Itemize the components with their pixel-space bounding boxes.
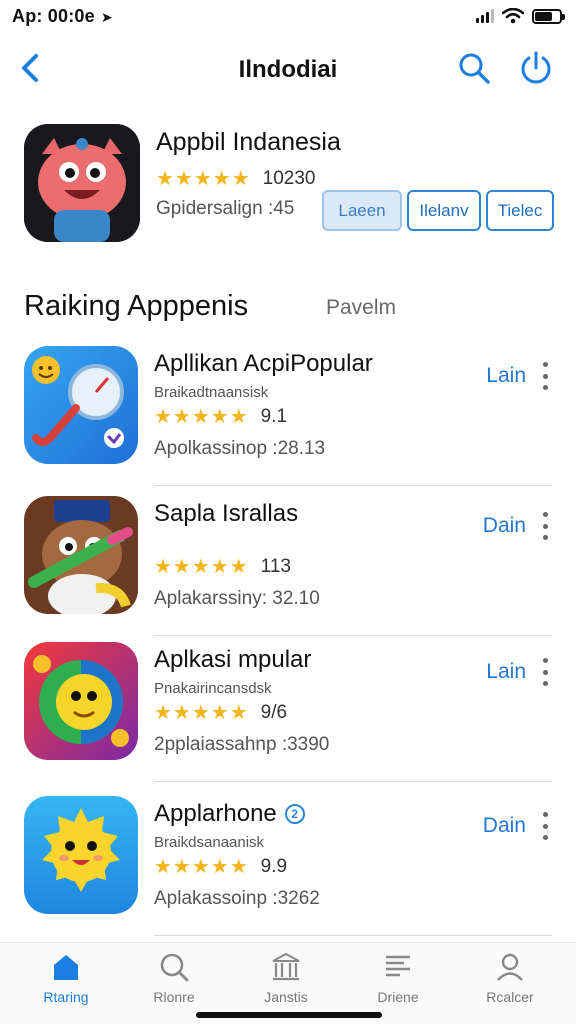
list-item[interactable]: Sapla Israllas ★★★★★ 113 Aplakarssiny: 3… <box>24 496 552 636</box>
star-rating-icon: ★★★★★ <box>154 406 249 428</box>
location-arrow-icon: ➤ <box>100 9 113 25</box>
app-name-text: Apllikan AcpiPopular <box>154 350 373 377</box>
list-item[interactable]: Apllikan AcpiPopular Braikadtnaansisk ★★… <box>24 346 552 486</box>
action-chip-3[interactable]: Tielec <box>486 190 554 231</box>
app-meta: Aplakarssiny: 32.10 <box>154 588 320 609</box>
get-button[interactable]: Lain <box>486 660 526 684</box>
search-icon <box>459 53 490 84</box>
tab-label: Driene <box>377 989 419 1005</box>
more-options-icon[interactable] <box>540 812 550 840</box>
app-name: Applarhone 2 <box>154 800 305 828</box>
action-chip-2[interactable]: Ilelanv <box>407 190 481 231</box>
monster-app-icon <box>24 124 140 242</box>
status-icons <box>476 8 565 24</box>
featured-meta: Gpidersalign :45 <box>156 198 295 219</box>
character-crayon-app-icon <box>24 496 138 614</box>
app-name: Sapla Israllas <box>154 500 298 528</box>
app-meta: 2pplaiassahnp :3390 <box>154 734 330 755</box>
app-meta: Aplakassoinp :3262 <box>154 888 320 909</box>
get-button[interactable]: Dain <box>483 514 526 538</box>
rating-value: 9.9 <box>260 855 288 877</box>
signal-icon <box>476 9 494 23</box>
featured-actions: Laeen Ilelanv Tielec <box>322 190 554 231</box>
app-name: Apllikan AcpiPopular <box>154 350 373 378</box>
tab-profile[interactable]: Rcalcer <box>460 951 560 1011</box>
app-rating: ★★★★★ 9.1 <box>154 404 287 429</box>
featured-app-name: Appbil Indanesia <box>156 128 341 156</box>
section-see-all-link[interactable]: Pavelm <box>326 296 396 320</box>
action-chip-1[interactable]: Laeen <box>322 190 402 231</box>
app-meta: Apolkassinop :28.13 <box>154 438 326 459</box>
info-badge-icon: 2 <box>284 804 305 824</box>
nav-bar: Ilndodiai <box>0 40 576 96</box>
star-rating-icon: ★★★★★ <box>154 702 249 724</box>
tab-label: Rlonre <box>153 989 195 1005</box>
star-rating-icon: ★★★★★ <box>154 556 249 578</box>
search-icon <box>160 953 189 982</box>
featured-rating: ★★★★★ 10230 <box>156 166 316 191</box>
wifi-icon <box>502 8 524 24</box>
app-rating: ★★★★★ 113 <box>154 554 291 579</box>
sun-character-app-icon <box>24 796 138 914</box>
tab-bank[interactable]: Janstis <box>236 951 336 1011</box>
app-rating: ★★★★★ 9.9 <box>154 854 287 879</box>
tab-label: Janstis <box>264 989 308 1005</box>
list-item[interactable]: Applarhone 2 Braikdsanaanisk ★★★★★ 9.9 A… <box>24 796 552 936</box>
app-name-text: Sapla Israllas <box>154 500 299 527</box>
app-rating: ★★★★★ 9/6 <box>154 700 287 725</box>
search-button[interactable] <box>456 50 492 86</box>
list-icon <box>386 955 410 977</box>
status-bar: Ap: 00:0e ➤ <box>0 0 576 34</box>
power-icon <box>521 51 551 84</box>
row-divider <box>154 635 552 636</box>
star-rating-icon: ★★★★★ <box>156 168 251 190</box>
row-divider <box>154 485 552 486</box>
tab-home[interactable]: Rtaring <box>16 951 116 1011</box>
power-button[interactable] <box>518 50 554 86</box>
app-name: Aplkasi mpular <box>154 646 311 674</box>
featured-app-card[interactable]: Appbil Indanesia ★★★★★ 10230 Gpidersalig… <box>24 124 554 244</box>
status-time-text: Ap: 00:0e <box>12 6 95 26</box>
clock-tool-app-icon <box>24 346 138 464</box>
rating-value: 9.1 <box>260 405 288 427</box>
more-options-icon[interactable] <box>540 658 550 686</box>
rating-count: 10230 <box>262 167 316 189</box>
more-options-icon[interactable] <box>540 512 550 540</box>
row-divider <box>154 781 552 782</box>
get-button[interactable]: Dain <box>483 814 526 838</box>
app-subtitle: Pnakairincansdsk <box>154 680 272 697</box>
app-subtitle: Braikadtnaansisk <box>154 384 269 401</box>
battery-icon <box>532 8 565 24</box>
status-time: Ap: 00:0e ➤ <box>12 6 113 27</box>
get-button[interactable]: Lain <box>486 364 526 388</box>
tab-label: Rtaring <box>43 989 89 1005</box>
tab-search[interactable]: Rlonre <box>124 951 224 1011</box>
home-indicator <box>196 1012 382 1018</box>
yellow-face-app-icon <box>24 642 138 760</box>
rating-value: 113 <box>260 555 291 577</box>
rating-value: 9/6 <box>260 701 288 723</box>
app-name-text: Applarhone <box>154 800 277 827</box>
home-icon <box>54 955 78 980</box>
bank-icon <box>272 952 300 981</box>
row-divider <box>154 935 552 936</box>
tab-label: Rcalcer <box>486 989 534 1005</box>
app-subtitle: Braikdsanaanisk <box>154 834 265 851</box>
section-title: Raiking Apppenis <box>24 290 249 322</box>
app-name-text: Aplkasi mpular <box>154 646 312 673</box>
tab-list[interactable]: Driene <box>348 951 448 1011</box>
star-rating-icon: ★★★★★ <box>154 856 249 878</box>
person-icon <box>497 953 523 981</box>
list-item[interactable]: Aplkasi mpular Pnakairincansdsk ★★★★★ 9/… <box>24 642 552 782</box>
more-options-icon[interactable] <box>540 362 550 390</box>
